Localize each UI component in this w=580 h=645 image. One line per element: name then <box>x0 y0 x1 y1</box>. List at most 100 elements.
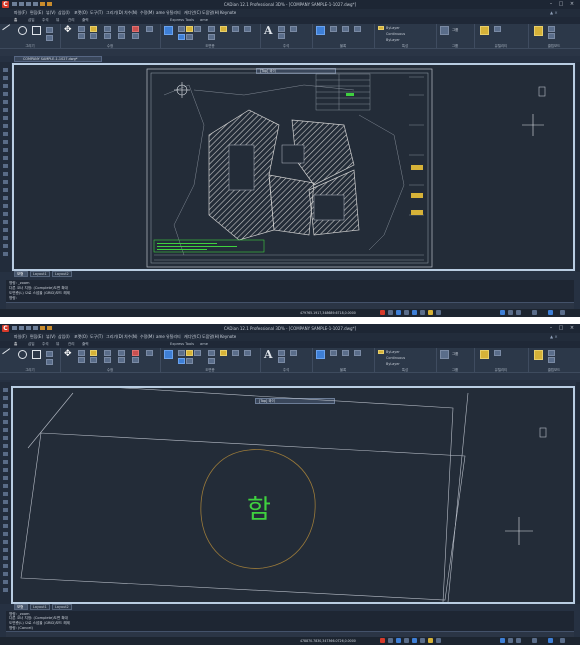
tool-hatch-icon[interactable] <box>3 108 8 112</box>
color-swatch-icon[interactable] <box>378 350 384 354</box>
tool-arc-icon[interactable] <box>3 412 8 416</box>
menu-utility[interactable]: 유틸리티 <box>166 334 181 340</box>
move-icon[interactable]: ✥ <box>64 349 72 359</box>
drawing-canvas[interactable]: [Top] 와이 <box>12 63 575 271</box>
close-button[interactable]: × <box>567 1 577 8</box>
osnap-icon[interactable] <box>412 310 417 315</box>
tab-layout2[interactable]: Layout2 <box>52 604 72 610</box>
tool-trim-icon[interactable] <box>3 516 8 520</box>
minimize-button[interactable]: – <box>546 1 556 8</box>
tab-ame[interactable]: ame <box>200 18 208 22</box>
linetype-dropdown[interactable]: Continuous <box>386 32 405 36</box>
menu-express[interactable]: Keynote <box>220 10 236 15</box>
layer-merge-icon[interactable] <box>244 26 251 32</box>
tab-home[interactable]: 홈 <box>14 18 17 23</box>
ribbon-toggle-icon[interactable]: ▲ × <box>550 10 558 15</box>
layer-delete-icon[interactable] <box>208 358 215 364</box>
tool-spline-icon[interactable] <box>3 444 8 448</box>
tool-move-icon[interactable] <box>3 156 8 160</box>
tab-home[interactable]: 홈 <box>14 342 17 347</box>
osnap-icon[interactable] <box>412 638 417 643</box>
tool-rotate-icon[interactable] <box>3 492 8 496</box>
menu-icon[interactable] <box>560 638 565 643</box>
menu-edit[interactable]: 편집(E) <box>30 334 43 340</box>
menu-insert[interactable]: 삽입(I) <box>58 10 70 16</box>
line-icon[interactable] <box>2 348 15 361</box>
grid-icon[interactable] <box>388 638 393 643</box>
polar-icon[interactable] <box>404 638 409 643</box>
layer-walk-icon[interactable] <box>232 26 239 32</box>
block-attribute-icon[interactable] <box>354 26 361 32</box>
menu-help[interactable]: 도움말(H) <box>202 10 219 16</box>
view-cube-icon[interactable] <box>538 86 546 97</box>
tool-stretch-icon[interactable] <box>3 508 8 512</box>
tool-array-icon[interactable] <box>3 244 8 248</box>
edit-block-icon[interactable] <box>342 26 349 32</box>
minimize-button[interactable]: – <box>546 325 556 332</box>
dimension-icon[interactable] <box>278 26 285 32</box>
tab-manage[interactable]: 관리 <box>68 342 75 347</box>
mirror-icon[interactable] <box>90 26 97 32</box>
tool-line-icon[interactable] <box>3 68 8 72</box>
layer-on-icon[interactable] <box>178 26 185 32</box>
polyline-icon[interactable] <box>32 350 41 359</box>
circle-icon[interactable] <box>18 350 27 359</box>
tool-array-icon[interactable] <box>3 564 8 568</box>
tool-scale-icon[interactable] <box>3 180 8 184</box>
move-icon[interactable]: ✥ <box>64 25 72 35</box>
menu-insert[interactable]: 삽입(I) <box>58 334 70 340</box>
fillet-icon[interactable] <box>118 350 125 356</box>
extend-icon[interactable] <box>104 357 111 363</box>
layer-state-icon[interactable] <box>220 26 227 32</box>
tab-layout2[interactable]: Layout2 <box>52 271 72 277</box>
tab-insert[interactable]: 삽입 <box>28 18 35 23</box>
tool-point-icon[interactable] <box>3 460 8 464</box>
rectangle-icon[interactable] <box>46 35 53 41</box>
tab-express-tools[interactable]: Express Tools <box>170 18 194 22</box>
text-icon[interactable]: A <box>264 348 273 361</box>
menu-draw[interactable]: 그리기(D) <box>106 334 123 340</box>
tab-view[interactable]: 뷰 <box>56 342 59 347</box>
layer-delete-icon[interactable] <box>208 34 215 40</box>
menu-cadian[interactable]: 캐디안(C) <box>184 334 201 340</box>
grid-icon[interactable] <box>388 310 393 315</box>
calculator-icon[interactable] <box>494 350 501 356</box>
tab-annotate[interactable]: 주석 <box>42 342 49 347</box>
snap-icon[interactable] <box>380 638 385 643</box>
tool-rectangle-icon[interactable] <box>3 420 8 424</box>
offset-icon[interactable] <box>132 33 139 39</box>
rotate-icon[interactable] <box>78 357 85 363</box>
calculator-icon[interactable] <box>494 26 501 32</box>
tool-region-icon[interactable] <box>3 468 8 472</box>
tool-polyline-icon[interactable] <box>3 76 8 80</box>
tab-model[interactable]: 모형 <box>14 604 28 610</box>
menu-file[interactable]: 파일(F) <box>14 334 27 340</box>
tab-insert[interactable]: 삽입 <box>28 342 35 347</box>
tool-copy-icon[interactable] <box>3 484 8 488</box>
trim-icon[interactable] <box>104 26 111 32</box>
ortho-icon[interactable] <box>396 638 401 643</box>
tool-stretch-icon[interactable] <box>3 188 8 192</box>
linetype-dropdown[interactable]: Continuous <box>386 356 405 360</box>
tool-break-icon[interactable] <box>3 532 8 536</box>
tool-text-icon[interactable] <box>3 116 8 120</box>
fillet-icon[interactable] <box>118 26 125 32</box>
table-icon[interactable] <box>290 350 297 356</box>
view-cube-icon[interactable] <box>539 427 547 438</box>
layer-isolate-icon[interactable] <box>186 34 193 40</box>
array-icon[interactable] <box>118 33 125 39</box>
maximize-button[interactable]: □ <box>556 1 566 8</box>
table-icon[interactable] <box>290 26 297 32</box>
lineweight-dropdown[interactable]: ByLayer <box>386 362 400 366</box>
menu-utility[interactable]: 유틸리티 <box>166 10 181 16</box>
tool-arc-icon[interactable] <box>3 92 8 96</box>
offset-icon[interactable] <box>132 357 139 363</box>
lineweight-icon[interactable] <box>428 638 433 643</box>
tab-ame[interactable]: ame <box>200 342 208 346</box>
close-button[interactable]: × <box>567 325 577 332</box>
lineweight-icon[interactable] <box>428 310 433 315</box>
dimension-icon[interactable] <box>278 350 285 356</box>
tool-ellipse-icon[interactable] <box>3 132 8 136</box>
cut-icon[interactable] <box>548 26 555 32</box>
tool-line-icon[interactable] <box>3 388 8 392</box>
